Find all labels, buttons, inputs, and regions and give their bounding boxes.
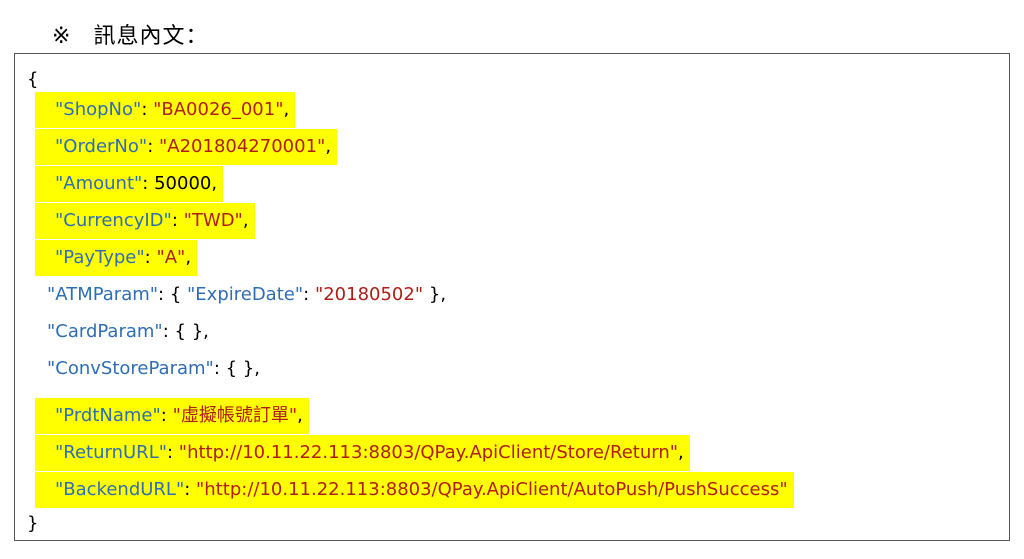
json-key: "CardParam" bbox=[47, 321, 163, 342]
json-key: "OrderNo" bbox=[55, 136, 148, 157]
section-heading: ※ 訊息內文： bbox=[52, 18, 208, 50]
code-line-orderno: "OrderNo": "A201804270001", bbox=[27, 129, 338, 165]
json-value: "A201804270001" bbox=[159, 136, 326, 157]
json-key: "BackendURL" bbox=[55, 479, 185, 500]
json-key: "ConvStoreParam" bbox=[47, 358, 214, 379]
close-brace: } bbox=[27, 513, 39, 534]
json-key: "PrdtName" bbox=[55, 405, 161, 426]
section-title: 訊息內文： bbox=[93, 24, 209, 49]
code-line-atmparam: "ATMParam": { "ExpireDate": "20180502" }… bbox=[47, 284, 447, 305]
code-line-returnurl: "ReturnURL": "http://10.11.22.113:8803/Q… bbox=[27, 435, 690, 471]
json-key: "Amount" bbox=[55, 173, 143, 194]
json-value: "TWD" bbox=[183, 210, 243, 231]
code-line-backendurl: "BackendURL": "http://10.11.22.113:8803/… bbox=[27, 472, 794, 508]
reference-mark-icon: ※ bbox=[52, 24, 72, 49]
json-inner-key: "ExpireDate" bbox=[187, 284, 304, 305]
code-line-amount: "Amount": 50000, bbox=[27, 166, 224, 202]
json-code-block: { "ShopNo": "BA0026_001", "OrderNo": "A2… bbox=[14, 53, 1010, 541]
json-key: "ATMParam" bbox=[47, 284, 159, 305]
code-line-currencyid: "CurrencyID": "TWD", bbox=[27, 203, 255, 239]
json-key: "ReturnURL" bbox=[55, 442, 167, 463]
json-value: 50000 bbox=[154, 173, 212, 194]
json-key: "PayType" bbox=[55, 247, 145, 268]
json-value: "虛擬帳號訂單" bbox=[172, 405, 298, 426]
json-key: "ShopNo" bbox=[55, 99, 142, 120]
json-inner-value: "20180502" bbox=[314, 284, 424, 305]
json-value: { } bbox=[174, 321, 204, 342]
code-line-shopno: "ShopNo": "BA0026_001", bbox=[27, 92, 296, 128]
json-value: "BA0026_001" bbox=[153, 99, 284, 120]
code-line-convstoreparam: "ConvStoreParam": { }, bbox=[47, 358, 260, 379]
code-line-paytype: "PayType": "A", bbox=[27, 240, 198, 276]
json-value: "http://10.11.22.113:8803/QPay.ApiClient… bbox=[196, 479, 788, 500]
code-line-prdtname: "PrdtName": "虛擬帳號訂單", bbox=[27, 398, 309, 434]
json-value: "http://10.11.22.113:8803/QPay.ApiClient… bbox=[178, 442, 679, 463]
json-value: "A" bbox=[156, 247, 186, 268]
json-value: { } bbox=[225, 358, 255, 379]
json-key: "CurrencyID" bbox=[55, 210, 172, 231]
code-line-cardparam: "CardParam": { }, bbox=[47, 321, 209, 342]
